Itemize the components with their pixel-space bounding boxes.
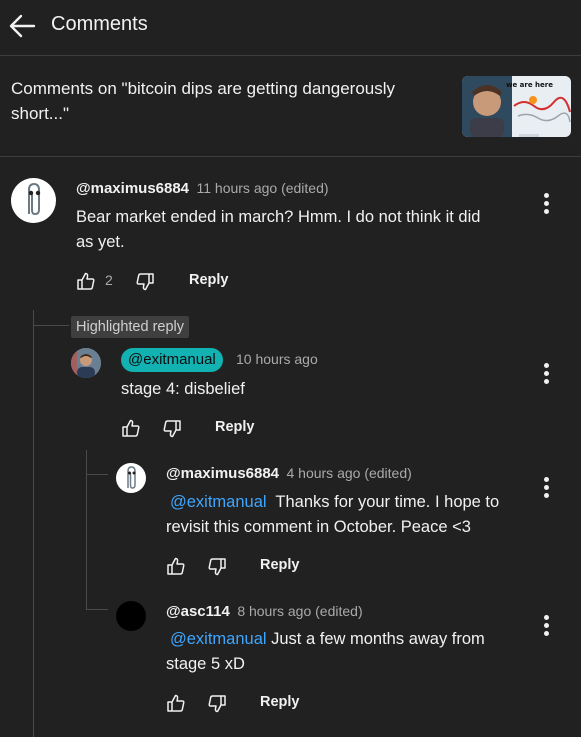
reply-text-line1-rest: Thanks for your time. I hope to [266, 493, 500, 511]
reply-text-line1: @exitmanual Just a few months away from [166, 627, 541, 652]
thread-connector [86, 609, 108, 610]
reply-timestamp: 10 hours ago [236, 351, 318, 367]
paperclip-icon [127, 466, 136, 489]
reply-author[interactable]: @maximus6884 [166, 465, 279, 482]
reply-text: @exitmanual Just a few months away from … [166, 627, 541, 677]
reply-timestamp: 8 hours ago (edited) [237, 603, 363, 619]
like-count: 2 [105, 272, 113, 288]
reply-button[interactable]: Reply [260, 694, 300, 710]
highlighted-reply-badge: Highlighted reply [71, 316, 190, 338]
paperclip-icon [28, 182, 41, 216]
thumbnail-caption: we are here [506, 81, 553, 89]
video-context-title-line1: Comments on "bitcoin dips are getting da… [11, 79, 396, 98]
reply-text-line2: revisit this comment in October. Peace <… [166, 518, 471, 536]
video-context-title-line2: short..." [11, 104, 69, 123]
comment-header: @maximus6884 11 hours ago (edited) [76, 180, 329, 198]
like-icon[interactable] [76, 271, 96, 296]
thread-connector [86, 474, 108, 475]
reply-text-line2: stage 5 xD [166, 655, 245, 673]
comment-author[interactable]: @maximus6884 [76, 180, 189, 197]
dislike-icon[interactable] [207, 694, 227, 719]
comment-text: Bear market ended in march? Hmm. I do no… [76, 205, 536, 255]
reply-menu-icon[interactable] [543, 477, 549, 499]
comments-page: Comments Comments on "bitcoin dips are g… [0, 0, 581, 737]
like-icon[interactable] [166, 556, 186, 581]
reply-button[interactable]: Reply [189, 272, 229, 288]
page-title: Comments [51, 13, 148, 35]
dislike-icon[interactable] [135, 272, 155, 297]
comment-menu-icon[interactable] [543, 193, 549, 215]
reply-author[interactable]: @asc114 [166, 603, 230, 620]
reply-timestamp: 4 hours ago (edited) [286, 465, 412, 481]
mention-link[interactable]: @exitmanual [170, 493, 267, 511]
dislike-icon[interactable] [162, 419, 182, 444]
like-icon[interactable] [121, 418, 141, 443]
avatar[interactable] [116, 601, 146, 631]
avatar[interactable] [71, 348, 101, 378]
user-photo-icon [71, 348, 101, 378]
comment-text-line2: as yet. [76, 233, 125, 251]
reply-header: @maximus6884 4 hours ago (edited) [166, 465, 412, 483]
reply-menu-icon[interactable] [543, 615, 549, 637]
reply-text: @exitmanual Thanks for your time. I hope… [166, 490, 541, 540]
comment-text-line1: Bear market ended in march? Hmm. I do no… [76, 208, 481, 226]
reply-button[interactable]: Reply [260, 557, 300, 573]
header-bar: Comments [0, 0, 581, 56]
comment-timestamp: 11 hours ago (edited) [196, 180, 329, 196]
reply-text: stage 4: disbelief [121, 380, 245, 398]
reply-text-line1: @exitmanual Thanks for your time. I hope… [166, 490, 541, 515]
thread-line [33, 310, 34, 737]
video-thumbnail[interactable]: we are here [462, 76, 571, 137]
avatar[interactable] [11, 178, 56, 223]
reply-header: @asc114 8 hours ago (edited) [166, 603, 363, 621]
reply-menu-icon[interactable] [543, 363, 549, 385]
back-arrow-icon[interactable] [6, 12, 38, 40]
author-badge[interactable]: @exitmanual [121, 348, 223, 372]
dislike-icon[interactable] [207, 557, 227, 582]
video-context-title: Comments on "bitcoin dips are getting da… [11, 76, 431, 126]
reply-text-line1-rest: Just a few months away from [266, 630, 485, 648]
reply-button[interactable]: Reply [215, 419, 255, 435]
mention-link[interactable]: @exitmanual [170, 630, 267, 648]
thread-connector [33, 325, 69, 326]
avatar[interactable] [116, 463, 146, 493]
like-icon[interactable] [166, 693, 186, 718]
